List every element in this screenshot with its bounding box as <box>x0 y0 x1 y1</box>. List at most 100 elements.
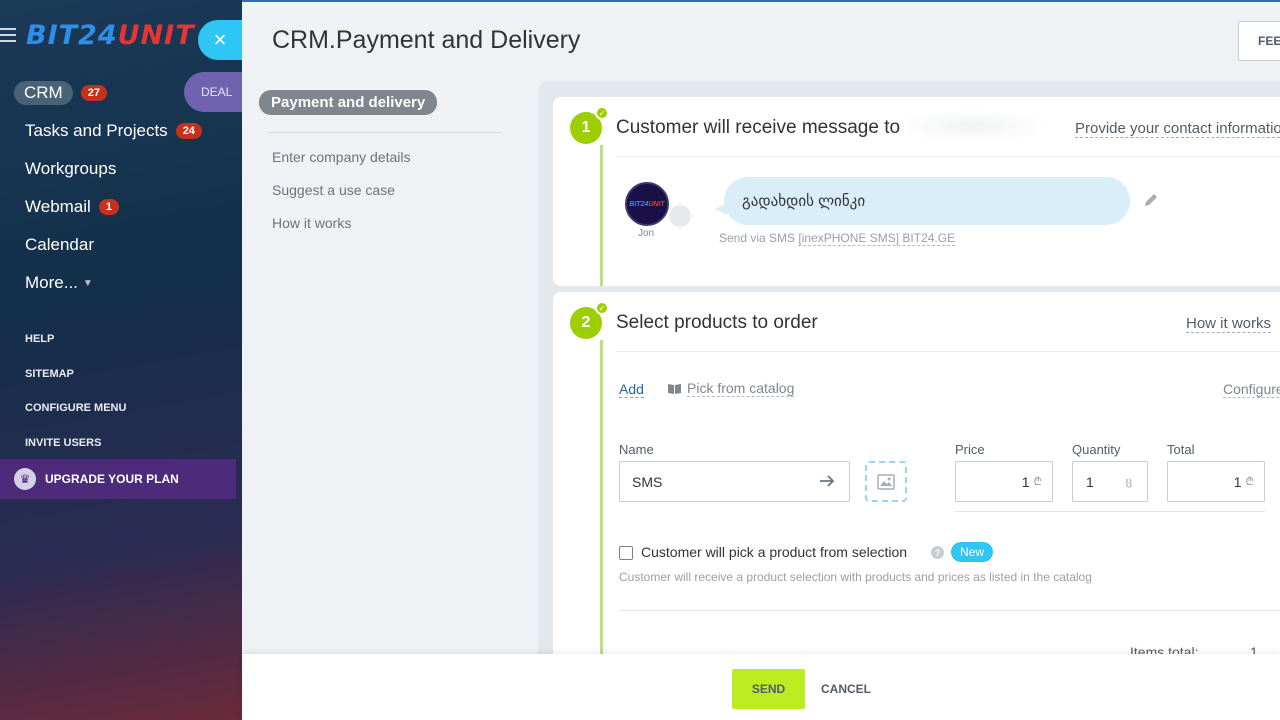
sidebar-item-label: Calendar <box>25 235 94 254</box>
configure-menu-link[interactable]: CONFIGURE MENU <box>25 399 126 434</box>
avatar-name: Jon <box>638 228 655 239</box>
image-icon <box>877 473 895 490</box>
counter-badge: 24 <box>175 123 202 139</box>
price-column-label: Price <box>955 442 985 457</box>
menu-divider <box>268 132 502 133</box>
message-text: გადახდის ლინკი <box>742 193 866 210</box>
upgrade-plan-button[interactable]: ♛ UPGRADE YOUR PLAN <box>0 459 236 499</box>
product-selection-checkbox[interactable] <box>619 546 633 560</box>
book-icon <box>668 384 681 394</box>
total-column-label: Total <box>1167 442 1195 457</box>
sidebar-item-label: Tasks and Projects <box>25 121 168 140</box>
timeline-line <box>600 340 603 692</box>
crown-icon: ♛ <box>14 468 36 490</box>
payment-delivery-slider: CRM.Payment and Delivery FEEDBACK Paymen… <box>242 0 1280 720</box>
card-divider <box>616 351 1280 352</box>
card-divider <box>616 156 1280 157</box>
check-icon: ✓ <box>595 106 609 120</box>
sidebar-item-more[interactable]: More... ▼ <box>0 264 242 302</box>
sidebar-item-calendar[interactable]: Calendar <box>0 226 242 264</box>
sidebar-item-webmail[interactable]: Webmail 1 <box>0 188 242 226</box>
close-slider-button[interactable]: × <box>198 20 242 60</box>
step1-card: 1 ✓ Customer will receive message to Prov… <box>553 97 1280 286</box>
slider-left-menu: Payment and delivery Enter company detai… <box>259 90 505 248</box>
product-name-input[interactable]: SMS <box>619 461 850 502</box>
configure-link[interactable]: Configure <box>1223 381 1280 398</box>
currency-symbol: ₾ <box>1033 476 1042 488</box>
step-number-badge: 2 ✓ <box>570 301 609 339</box>
status-dot <box>669 205 691 227</box>
menu-item-how-it-works[interactable]: How it works <box>259 215 505 248</box>
quantity-value: 1 <box>1086 473 1094 490</box>
step2-title: Select products to order <box>616 312 818 333</box>
total-input: 1 ₾ <box>1167 461 1265 502</box>
check-icon: ✓ <box>595 301 609 315</box>
sms-sender-line: Send via SMS [inexPHONE SMS] BIT24.GE <box>719 231 956 246</box>
price-input[interactable]: 1 ₾ <box>955 461 1053 502</box>
send-button[interactable]: SEND <box>732 669 805 709</box>
new-badge: New <box>951 542 994 562</box>
page-title: CRM.Payment and Delivery <box>272 26 581 54</box>
menu-item-payment-delivery[interactable]: Payment and delivery <box>259 90 438 115</box>
blurred-recipient <box>903 111 1043 141</box>
feedback-button[interactable]: FEEDBACK <box>1238 21 1280 61</box>
step-number: 2 <box>581 314 591 331</box>
add-product-link[interactable]: Add <box>619 381 644 398</box>
content-area: 1 ✓ Customer will receive message to Prov… <box>538 81 1280 692</box>
menu-icon[interactable] <box>0 28 16 42</box>
pick-from-catalog-link[interactable]: Pick from catalog <box>668 380 795 397</box>
row-divider <box>955 511 1265 512</box>
avatar-logo-part2: UNIT <box>648 200 665 208</box>
step2-card: 2 ✓ Select products to order How it works… <box>553 292 1280 692</box>
main-sidebar: BIT24UNIT CRM 27 Tasks and Projects 24 Wor… <box>0 0 254 720</box>
timeline-line <box>600 145 603 286</box>
step-number-badge: 1 ✓ <box>570 106 609 144</box>
sidebar-item-label: Webmail <box>25 197 91 216</box>
sidebar-item-tasks[interactable]: Tasks and Projects 24 <box>0 112 242 150</box>
step1-title: Customer will receive message to <box>616 117 901 138</box>
sidebar-item-label: Workgroups <box>25 159 117 178</box>
menu-item-use-case[interactable]: Suggest a use case <box>259 182 505 215</box>
contact-info-link[interactable]: Provide your contact information <box>1075 120 1280 138</box>
quantity-input[interactable]: 1ც <box>1072 461 1148 502</box>
counter-badge: 27 <box>80 85 107 101</box>
product-selection-label[interactable]: Customer will pick a product from select… <box>641 544 907 560</box>
help-link[interactable]: HELP <box>25 330 126 365</box>
price-value: 1 <box>1021 473 1030 490</box>
message-bubble[interactable]: გადახდის ლინკი <box>715 177 1130 225</box>
close-icon: × <box>213 27 227 52</box>
counter-badge: 1 <box>98 199 119 215</box>
unit-symbol: ც <box>1125 476 1133 488</box>
sidebar-item-label: More... <box>25 273 78 292</box>
sms-prefix: Send via SMS <box>719 231 796 245</box>
sidebar-item-label: CRM <box>14 81 73 105</box>
product-selection-hint: Customer will receive a product selectio… <box>619 570 1092 584</box>
logo[interactable]: BIT24UNIT <box>26 20 195 51</box>
logo-text-part1: BIT24 <box>26 20 118 51</box>
name-column-label: Name <box>619 442 654 457</box>
sms-provider-link[interactable]: [inexPHONE SMS] BIT24.GE <box>798 231 956 246</box>
pencil-icon[interactable] <box>1143 192 1159 208</box>
chevron-down-icon: ▼ <box>82 277 93 289</box>
section-divider <box>619 610 1280 611</box>
help-icon[interactable]: ? <box>931 546 944 559</box>
avatar: BIT24 UNIT <box>625 182 669 226</box>
cancel-button[interactable]: CANCEL <box>817 669 875 709</box>
menu-item-company-details[interactable]: Enter company details <box>259 149 505 182</box>
sidebar-small-links: HELP SITEMAP CONFIGURE MENU INVITE USERS <box>25 330 126 468</box>
pick-catalog-label: Pick from catalog <box>687 380 795 397</box>
arrow-right-icon[interactable] <box>819 474 835 488</box>
product-image-button[interactable] <box>865 461 907 502</box>
quantity-column-label: Quantity <box>1072 442 1121 457</box>
product-name-value: SMS <box>632 474 663 490</box>
logo-text-part2: UNIT <box>117 20 195 51</box>
total-value: 1 <box>1233 473 1242 490</box>
sidebar-item-workgroups[interactable]: Workgroups <box>0 150 242 188</box>
step-number: 1 <box>581 119 591 136</box>
currency-symbol: ₾ <box>1245 476 1254 488</box>
footer-bar: SEND CANCEL <box>242 654 1280 720</box>
sitemap-link[interactable]: SITEMAP <box>25 365 126 400</box>
upgrade-label: UPGRADE YOUR PLAN <box>45 472 179 486</box>
how-it-works-link[interactable]: How it works <box>1186 315 1272 333</box>
avatar-logo-part1: BIT24 <box>629 200 649 208</box>
